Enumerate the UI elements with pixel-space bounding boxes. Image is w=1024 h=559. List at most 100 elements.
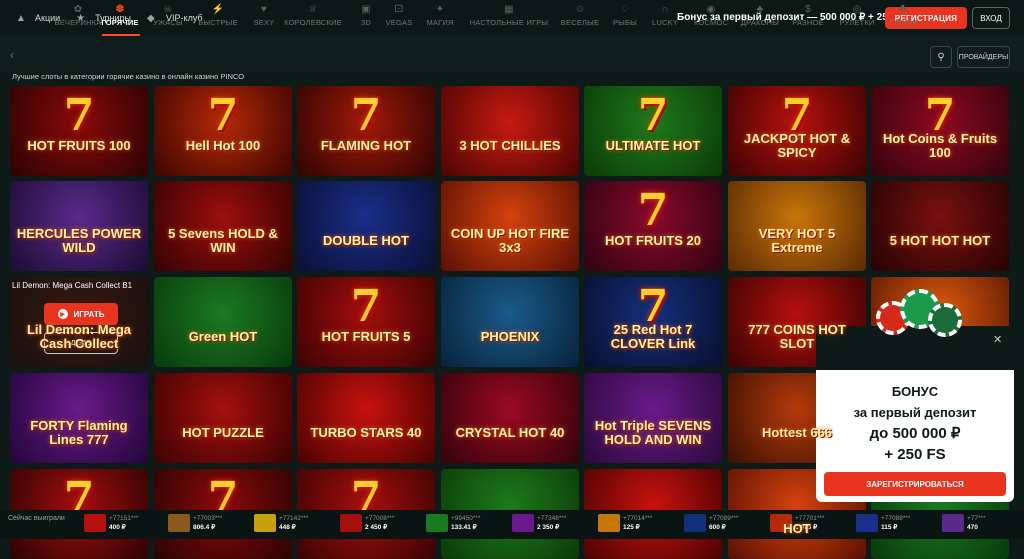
game-tile[interactable]: 5 Sevens HOLD & WIN [154,181,292,271]
category-label: НАСТОЛЬНЫЕ ИГРЫ [469,18,549,27]
game-title: HERCULES POWER WILD [16,226,142,255]
seven-icon: 7 [350,90,382,141]
game-title: Hot Coins & Fruits 100 [882,131,998,160]
category-tab-15[interactable]: $ РАЗНОЕ [788,4,828,27]
game-tile[interactable]: Green HOT [154,277,292,367]
heart-icon: ♥ [260,4,268,15]
popup-register-button[interactable]: ЗАРЕГИСТРИРОВАТЬСЯ [824,472,1006,496]
winner-item[interactable]: +77142*** 448 ₽ [254,514,308,532]
game-tile[interactable]: 7 HOT FRUITS 20 [584,181,722,271]
game-title: VERY HOT 5 Extreme [758,226,836,255]
game-tile[interactable]: VERY HOT 5 Extreme [728,181,866,271]
game-title: 3 HOT CHILLIES [459,138,561,153]
winner-item[interactable]: +77*** 470 [942,514,986,532]
table-icon: ▦ [504,4,514,15]
cube-icon: ▣ [361,4,371,15]
game-thumbnail [254,514,276,532]
category-label: МАГИЯ [426,18,454,27]
category-tab-17[interactable]: ☘ СЛОТЫ [883,4,923,27]
winner-item[interactable]: +99450*** 133.41 ₽ [426,514,480,532]
winners-title: Сейчас выиграли [8,515,65,522]
crown-icon: ♕ [308,4,318,15]
cherry-icon: ☘ [898,4,908,15]
game-tile[interactable]: 7 Hell Hot 100 [154,86,292,176]
game-thumbnail [84,514,106,532]
game-title: 5 HOT HOT HOT [889,233,991,248]
horseshoe-icon: ∩ [661,4,669,15]
scroll-left-icon[interactable]: ‹ [10,48,14,62]
game-tile[interactable]: 3 HOT CHILLIES [441,86,579,176]
category-subtitle: Лучшие слоты в категории горячие казино … [12,72,245,81]
popup-bonus-text: БОНУС за первый депозит до 500 000 ₽ + 2… [853,384,977,463]
winner-item[interactable]: +77151*** 400 ₽ [84,514,138,532]
winner-text: +77142*** 448 ₽ [279,514,308,532]
game-tile[interactable]: 7 ULTIMATE HOT [584,86,722,176]
winner-item[interactable]: +77088*** 115 ₽ [856,514,910,532]
game-tile[interactable]: FORTY Flaming Lines 777 [10,373,148,463]
game-tile[interactable]: COIN UP HOT FIRE 3x3 [441,181,579,271]
category-tab-9[interactable]: ▦ НАСТОЛЬНЫЕ ИГРЫ [470,4,548,27]
game-tile[interactable]: 7 HOT FRUITS 100 [10,86,148,176]
category-bar: ‹ [0,36,1024,72]
category-tab-10[interactable]: ☺ ВЕСЕЛЫЕ [560,4,600,27]
game-tile[interactable]: CRYSTAL HOT 40 [441,373,579,463]
winner-item[interactable]: +77014*** 125 ₽ [598,514,652,532]
game-tile[interactable]: TURBO STARS 40 [297,373,435,463]
game-title: FORTY Flaming Lines 777 [30,418,128,447]
category-tab-12[interactable]: ∩ LUCKY [645,4,685,27]
game-tile[interactable]: 7 Hot Coins & Fruits 100 [871,86,1009,176]
winner-item[interactable]: +77089*** 600 ₽ [684,514,738,532]
category-tab-16[interactable]: ◎ РУЛЕТКИ [837,4,877,27]
category-label: КОРОЛЕВСКИЕ [284,18,342,27]
game-thumbnail [426,514,448,532]
winner-text: +77003*** 806.4 ₽ [193,514,222,532]
winner-item[interactable]: +77003*** 806.4 ₽ [168,514,222,532]
category-tab-7[interactable]: ⚀ VEGAS [379,4,419,27]
game-tile[interactable]: Hot Triple SEVENS HOLD AND WIN [584,373,722,463]
winner-amount: 600 ₽ [709,524,726,531]
category-tab-1[interactable]: ❆ ГОРЯЧИЕ [100,4,140,27]
game-tile[interactable]: DOUBLE HOT [297,181,435,271]
close-icon[interactable]: ✕ [993,333,1002,346]
game-tile[interactable]: 7 JACKPOT HOT & SPICY [728,86,866,176]
category-tab-3[interactable]: ⚡ БЫСТРЫЕ [198,4,238,27]
category-tab-13[interactable]: ◉ КОСМОС [691,4,731,27]
category-tab-0[interactable]: ✿ ВЕЧЕРИНКА [55,4,102,27]
category-tab-2[interactable]: ☠ УЖАСЫ [148,4,188,27]
search-button[interactable]: ⚲ [930,46,952,68]
category-tab-11[interactable]: ♢ РЫБЫ [605,4,645,27]
providers-button[interactable]: ПРОВАЙДЕРЫ [957,46,1010,68]
game-title: TURBO STARS 40 [310,425,422,440]
login-button[interactable]: ВХОД [972,7,1010,29]
game-tile[interactable]: 7 HOT FRUITS 5 [297,277,435,367]
seven-icon: 7 [350,281,382,332]
category-tab-8[interactable]: ✦ МАГИЯ [420,4,460,27]
wand-icon: ✦ [435,4,445,15]
search-icon: ⚲ [937,51,945,63]
winner-item[interactable]: +77348*** 2 350 ₽ [512,514,566,532]
category-label: SEXY [253,18,275,27]
winner-item[interactable]: +77008*** 2 450 ₽ [340,514,394,532]
seven-icon: 7 [63,90,95,141]
game-tile[interactable]: HOT PUZZLE [154,373,292,463]
game-title: CRYSTAL HOT 40 [455,425,565,440]
game-tile[interactable]: PHOENIX [441,277,579,367]
game-thumbnail [684,514,706,532]
seven-icon: 7 [207,90,239,141]
game-tile[interactable]: 7 FLAMING HOT [297,86,435,176]
game-title: FLAMING HOT [320,138,412,153]
game-title: 25 Red Hot 7 CLOVER Link [610,322,696,351]
category-tab-4[interactable]: ♥ SEXY [244,4,284,27]
game-tile[interactable]: 7 25 Red Hot 7 CLOVER Link [584,277,722,367]
seven-icon: 7 [637,185,669,236]
winner-user: +77014*** [623,515,653,522]
game-tile[interactable]: HERCULES POWER WILD [10,181,148,271]
game-tile[interactable]: 5 HOT HOT HOT [871,181,1009,271]
winner-amount: 806.4 ₽ [193,524,216,531]
fire-icon: ❆ [115,4,125,15]
category-label: ДРАКОНЫ [740,18,780,27]
category-tab-14[interactable]: ♣ ДРАКОНЫ [740,4,780,27]
party-icon: ✿ [73,4,83,15]
category-tab-5[interactable]: ♕ КОРОЛЕВСКИЕ [284,4,342,27]
winner-amount: 115 ₽ [881,524,898,531]
